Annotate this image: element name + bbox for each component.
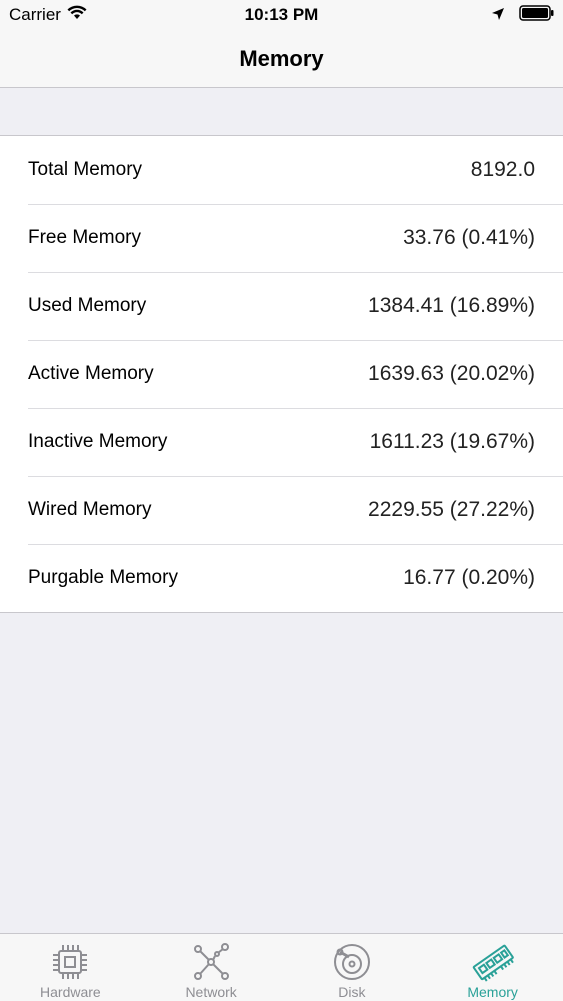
tab-bar: Hardware Network Disk Memory (0, 933, 563, 1001)
tab-disk[interactable]: Disk (282, 934, 423, 1001)
row-label: Free Memory (28, 227, 141, 248)
tab-label: Hardware (40, 984, 101, 1000)
row-value: 1384.41 (16.89%) (368, 294, 535, 317)
tab-label: Network (185, 984, 237, 1000)
table-row-total-memory: Total Memory 8192.0 (0, 136, 563, 204)
row-label: Active Memory (28, 363, 154, 384)
table-row-active-memory: Active Memory 1639.63 (20.02%) (0, 340, 563, 408)
row-value: 1639.63 (20.02%) (368, 362, 535, 385)
row-value: 8192.0 (470, 158, 535, 181)
table-row-purgable-memory: Purgable Memory 16.77 (0.20%) (0, 544, 563, 612)
tab-label: Disk (338, 984, 366, 1000)
location-arrow-icon (491, 6, 505, 26)
table-row-wired-memory: Wired Memory 2229.55 (27.22%) (0, 476, 563, 544)
tab-label: Memory (467, 984, 518, 1000)
battery-icon (519, 5, 555, 26)
cpu-chip-icon (48, 940, 92, 984)
row-value: 33.76 (0.41%) (403, 226, 535, 249)
row-value: 16.77 (0.20%) (403, 566, 535, 589)
memory-module-icon (471, 940, 515, 984)
table-row-inactive-memory: Inactive Memory 1611.23 (19.67%) (0, 408, 563, 476)
row-value: 1611.23 (19.67%) (369, 430, 535, 453)
tab-network[interactable]: Network (141, 934, 282, 1001)
row-label: Used Memory (28, 295, 147, 316)
status-time: 10:13 PM (244, 5, 319, 24)
tab-memory[interactable]: Memory (422, 934, 563, 1001)
row-label: Purgable Memory (28, 567, 178, 588)
status-right-group (491, 5, 555, 26)
navigation-bar: Memory (0, 30, 563, 88)
row-label: Inactive Memory (28, 431, 168, 452)
table-row-free-memory: Free Memory 33.76 (0.41%) (0, 204, 563, 272)
row-label: Wired Memory (28, 499, 152, 520)
memory-table: Total Memory 8192.0 Free Memory 33.76 (0… (0, 135, 563, 613)
row-label: Total Memory (28, 159, 143, 180)
table-row-used-memory: Used Memory 1384.41 (16.89%) (0, 272, 563, 340)
network-nodes-icon (189, 940, 233, 984)
tab-hardware[interactable]: Hardware (0, 934, 141, 1001)
status-bar: Carrier 10:13 PM (0, 0, 563, 30)
page-title: Memory (239, 45, 324, 71)
row-value: 2229.55 (27.22%) (368, 498, 535, 521)
disk-icon (330, 940, 374, 984)
